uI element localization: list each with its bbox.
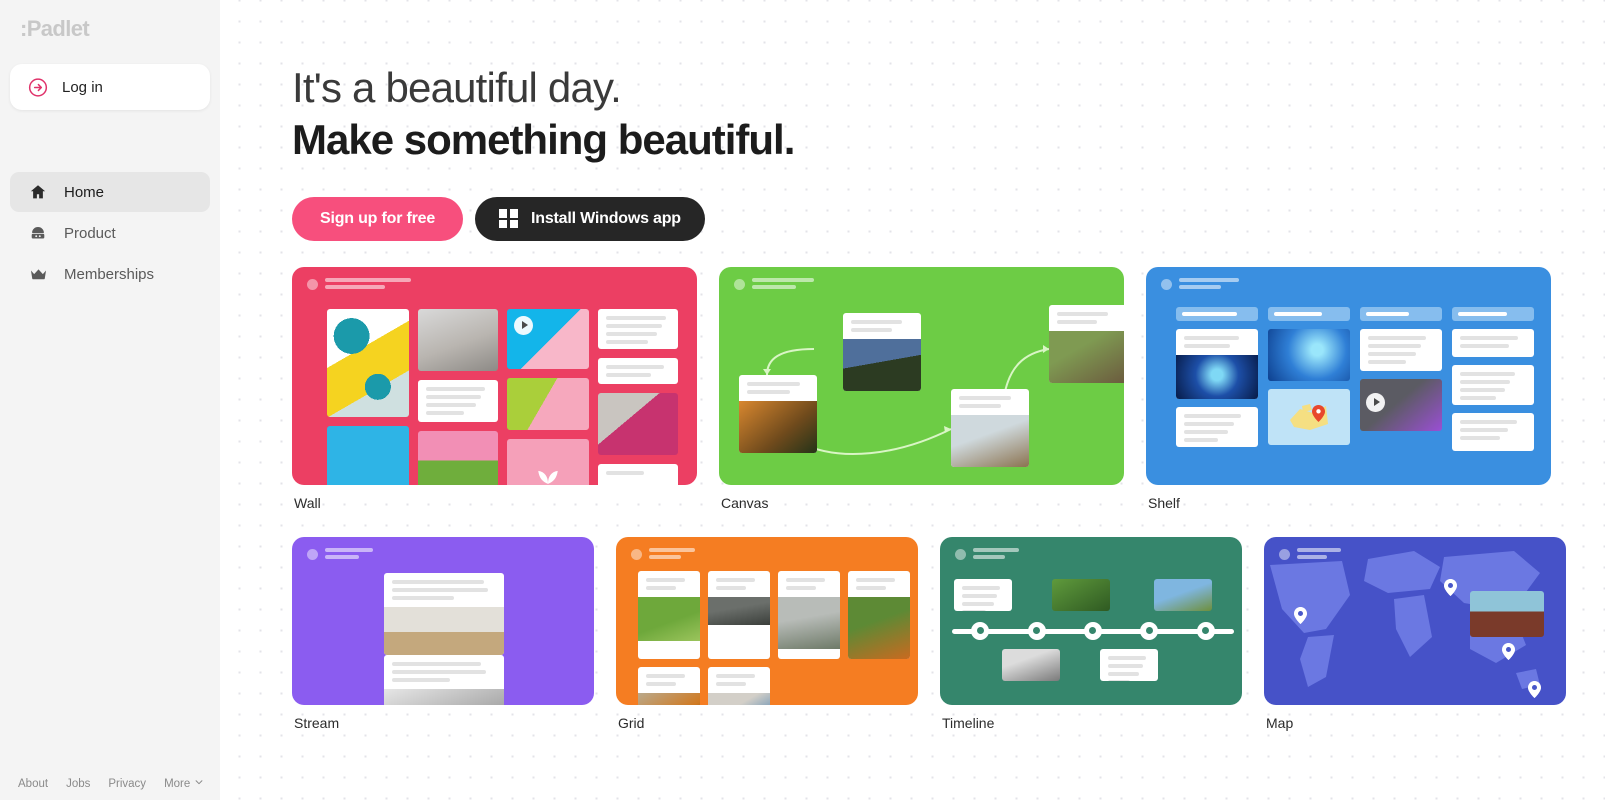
footer-link-privacy[interactable]: Privacy [108,778,146,790]
footer-link-about[interactable]: About [18,778,48,790]
home-icon [28,182,48,202]
preview-header [955,547,1019,560]
avatar [734,278,745,290]
template-label-shelf: Shelf [1148,494,1180,511]
avatar [955,548,966,560]
preview-header [307,547,373,560]
logo-text: :Padlet [20,16,90,41]
product-icon [28,223,48,243]
avatar [1279,548,1290,560]
avatar [631,548,642,560]
template-card-shelf[interactable]: Shelf [1146,266,1551,511]
sign-up-button[interactable]: Sign up for free [292,196,464,241]
log-in-button[interactable]: Log in [10,64,210,110]
template-label-canvas: Canvas [721,494,769,511]
cta-row: Sign up for free Install Windows app [292,196,1605,241]
template-label-grid: Grid [618,714,645,731]
sidebar-item-product[interactable]: Product [10,213,210,253]
title-placeholder [325,547,373,559]
title-placeholder [973,547,1019,559]
log-in-label: Log in [62,78,103,96]
footer-link-more-label: More [164,777,191,790]
main-content: It's a beautiful day. Make something bea… [220,0,1605,800]
template-label-timeline: Timeline [942,714,995,731]
template-card-stream[interactable]: Stream [292,536,594,731]
template-row-2: Stream Grid Timeline Map [292,536,1605,731]
sidebar-item-product-label: Product [64,224,116,242]
arrow-circle-right-icon [28,77,48,97]
template-label-map: Map [1266,714,1294,731]
hero-headline-light: It's a beautiful day. [292,64,622,111]
hero-headline-bold: Make something beautiful. [292,116,795,164]
avatar [1161,278,1172,290]
padlet-logo[interactable]: :Padlet [10,0,210,58]
title-placeholder [752,277,814,289]
sidebar-item-memberships-label: Memberships [64,265,155,283]
map-preview [1264,536,1566,705]
preview-header [631,547,695,560]
title-placeholder [1297,547,1341,559]
stream-preview [292,536,594,705]
windows-logo-icon [499,209,519,229]
template-card-map[interactable]: Map [1264,536,1566,731]
sidebar-item-memberships[interactable]: Memberships [10,254,210,294]
wall-preview [292,266,697,485]
sidebar-item-home-label: Home [64,183,105,201]
avatar [307,548,318,560]
avatar [307,278,318,290]
preview-header [1279,547,1341,560]
title-placeholder [649,547,695,559]
shelf-preview [1146,266,1551,485]
footer-link-jobs[interactable]: Jobs [66,778,90,790]
chevron-down-icon [194,777,204,790]
footer-link-more[interactable]: More [164,777,204,790]
template-row-1: Wall Canvas Shelf [292,266,1605,511]
sidebar-footer: About Jobs Privacy More [10,777,204,790]
template-label-wall: Wall [294,494,321,511]
sidebar: :Padlet Log in Home Product Memberships … [0,0,220,800]
preview-header [1161,277,1239,290]
preview-header [734,277,814,290]
sidebar-item-home[interactable]: Home [10,172,210,212]
timeline-preview [940,536,1242,705]
canvas-preview [719,266,1124,485]
crown-icon [28,264,48,284]
sidebar-nav: Home Product Memberships [10,172,210,294]
template-card-canvas[interactable]: Canvas [719,266,1124,511]
padlet-home-page: :Padlet Log in Home Product Memberships … [0,0,1605,800]
template-card-wall[interactable]: Wall [292,266,697,511]
title-placeholder [325,277,411,289]
title-placeholder [1179,277,1239,289]
template-card-timeline[interactable]: Timeline [940,536,1242,731]
template-label-stream: Stream [294,714,340,731]
template-card-grid[interactable]: Grid [616,536,918,731]
preview-header [307,277,411,290]
hero-section: It's a beautiful day. Make something bea… [292,0,1605,241]
grid-preview [616,536,918,705]
install-windows-app-label: Install Windows app [531,209,681,227]
install-windows-app-button[interactable]: Install Windows app [475,196,705,241]
